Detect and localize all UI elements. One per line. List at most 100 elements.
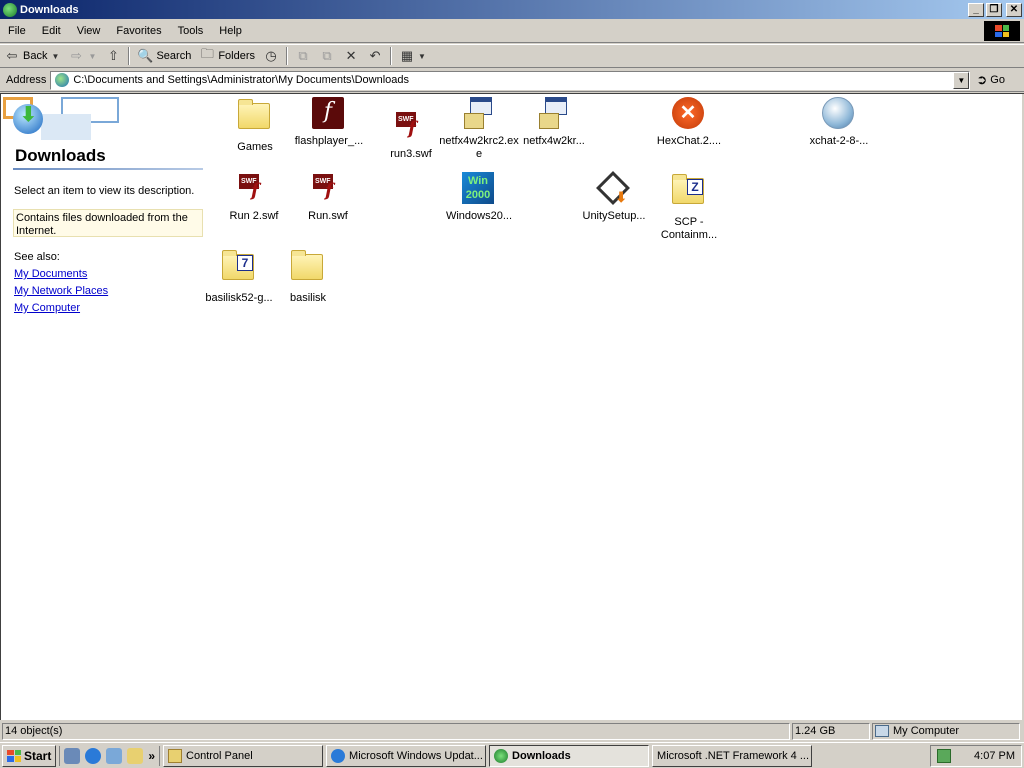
task-downloads[interactable]: Downloads: [489, 744, 650, 767]
title-bar[interactable]: Downloads _ ❐ ✕: [0, 0, 1024, 19]
see-also-label: See also:: [14, 251, 60, 263]
folders-button[interactable]: 🗀 Folders: [195, 45, 259, 67]
outlook-express-icon[interactable]: [106, 747, 123, 764]
file-item-netfx4w2krc2[interactable]: netfx4w2krc2.exe: [439, 97, 519, 161]
file-item-basilisk52[interactable]: 7 basilisk52-g...: [199, 248, 279, 305]
web-view-pane: ⬇ Downloads Select an item to view its d…: [1, 94, 211, 720]
history-button[interactable]: ◷: [259, 45, 283, 67]
installer-icon: [537, 97, 567, 129]
standard-toolbar: ⇦ Back ▼ ⇨ ▼ ⇧ 🔍 Search 🗀 Folders ◷ ⧉ ⧉ …: [0, 44, 1024, 68]
file-item-games[interactable]: Games: [215, 97, 295, 154]
up-folder-button[interactable]: ⇧: [101, 45, 125, 67]
file-item-windows2000[interactable]: Win 2000 Windows20...: [439, 172, 519, 223]
status-zone: My Computer: [872, 722, 1020, 740]
file-name: xchat-2-8-...: [809, 135, 869, 147]
folder-heading: Downloads: [15, 146, 106, 165]
folder-view[interactable]: ⬇ Downloads Select an item to view its d…: [0, 93, 1024, 720]
file-item-xchat[interactable]: xchat-2-8-...: [799, 97, 879, 148]
file-item-flashplayer[interactable]: f flashplayer_...: [289, 97, 369, 148]
close-button[interactable]: ✕: [1006, 2, 1022, 17]
delete-x-icon: ✕: [345, 48, 357, 63]
task-dotnet-framework[interactable]: Microsoft .NET Framework 4 ...: [652, 744, 813, 767]
search-button[interactable]: 🔍 Search: [133, 45, 195, 67]
file-name: Games: [237, 141, 273, 153]
delete-button[interactable]: ✕: [339, 45, 363, 67]
window-title: Downloads: [20, 3, 79, 16]
go-button[interactable]: ➲ Go: [976, 72, 1005, 88]
quick-launch: »: [59, 745, 161, 766]
show-desktop-icon[interactable]: [64, 747, 81, 764]
task-windows-update[interactable]: Microsoft Windows Updat...: [326, 744, 487, 767]
link-my-computer[interactable]: My Computer: [14, 302, 80, 314]
zip-folder-icon: Z: [672, 174, 704, 204]
file-name: Run 2.swf: [229, 210, 279, 222]
status-bar: 14 object(s) 1.24 GB My Computer: [0, 721, 1024, 741]
go-arrow-icon: ➲: [976, 72, 988, 87]
unity-icon: ⬇: [596, 171, 630, 205]
dropdown-arrow-icon[interactable]: ▼: [50, 49, 60, 63]
file-item-run-swf[interactable]: SWF f Run.swf: [288, 172, 368, 223]
file-item-basilisk[interactable]: basilisk: [268, 248, 348, 305]
folders-label: Folders: [218, 50, 256, 62]
7zip-folder-icon: 7: [222, 250, 254, 280]
move-to-icon: ⧉: [298, 48, 308, 63]
search-label: Search: [156, 50, 192, 62]
minimize-button[interactable]: _: [968, 2, 984, 17]
address-bar: Address C:\Documents and Settings\Admini…: [0, 69, 1024, 92]
address-dropdown-button[interactable]: ▼: [953, 71, 970, 89]
copy-to-button[interactable]: ⧉: [315, 45, 339, 67]
history-icon: ◷: [265, 48, 277, 63]
folder-icon: [238, 99, 270, 129]
views-button[interactable]: ▦ ▼: [395, 45, 430, 67]
file-name: basilisk52-g...: [205, 292, 273, 304]
network-icon[interactable]: [937, 748, 951, 763]
task-label: Microsoft .NET Framework 4 ...: [657, 749, 810, 762]
move-to-button[interactable]: ⧉: [291, 45, 315, 67]
menu-tools[interactable]: Tools: [170, 25, 212, 37]
forward-button[interactable]: ⇨ ▼: [64, 45, 101, 67]
link-my-network-places[interactable]: My Network Places: [14, 285, 108, 297]
select-hint: Select an item to view its description.: [14, 185, 195, 197]
file-item-hexchat[interactable]: ✕ HexChat.2....: [649, 97, 729, 148]
swf-file-icon: SWF f: [311, 172, 341, 204]
download-arrow-icon: ⬇: [20, 104, 37, 126]
file-item-run2-swf[interactable]: SWF f Run 2.swf: [214, 172, 294, 223]
explorer-search-icon[interactable]: [127, 747, 144, 764]
menu-view[interactable]: View: [69, 25, 109, 37]
maximize-button[interactable]: ❐: [986, 2, 1002, 17]
control-panel-icon: [168, 748, 183, 763]
windows-2000-icon: Win 2000: [462, 172, 494, 204]
hexchat-icon: ✕: [672, 97, 704, 129]
file-name: flashplayer_...: [294, 135, 364, 147]
task-label: Downloads: [512, 749, 571, 762]
folder-icon: [291, 250, 323, 280]
status-location: My Computer: [893, 725, 960, 737]
chevron-right-icon[interactable]: »: [148, 749, 155, 763]
clock[interactable]: 4:07 PM: [974, 750, 1015, 762]
address-input[interactable]: C:\Documents and Settings\Administrator\…: [50, 70, 971, 90]
dropdown-arrow-icon: ▼: [418, 51, 426, 61]
menu-edit[interactable]: Edit: [34, 25, 69, 37]
folders-icon: 🗀: [200, 46, 214, 61]
link-my-documents[interactable]: My Documents: [14, 268, 87, 280]
my-computer-icon: [875, 725, 889, 737]
task-control-panel[interactable]: Control Panel: [163, 744, 324, 767]
back-button[interactable]: ⇦ Back ▼: [0, 45, 64, 67]
file-item-netfx4w2kr[interactable]: netfx4w2kr...: [514, 97, 594, 148]
start-label: Start: [24, 748, 52, 763]
toolbar-separator: [286, 47, 289, 65]
file-item-scp-containment[interactable]: Z SCP - Containm...: [649, 172, 729, 242]
file-name: SCP - Containm...: [660, 216, 718, 241]
menu-file[interactable]: File: [0, 25, 34, 37]
dropdown-arrow-icon[interactable]: ▼: [87, 49, 97, 63]
start-button[interactable]: Start: [2, 744, 57, 767]
address-path[interactable]: C:\Documents and Settings\Administrator\…: [73, 74, 409, 86]
file-item-unitysetup[interactable]: ⬇ UnitySetup...: [574, 171, 654, 223]
menu-favorites[interactable]: Favorites: [108, 25, 169, 37]
undo-button[interactable]: ↶: [363, 45, 387, 67]
task-label: Control Panel: [186, 749, 253, 762]
back-arrow-icon: ⇦: [6, 48, 18, 63]
folder-globe-icon: [494, 748, 509, 763]
internet-explorer-icon[interactable]: [85, 747, 102, 764]
menu-help[interactable]: Help: [211, 25, 250, 37]
